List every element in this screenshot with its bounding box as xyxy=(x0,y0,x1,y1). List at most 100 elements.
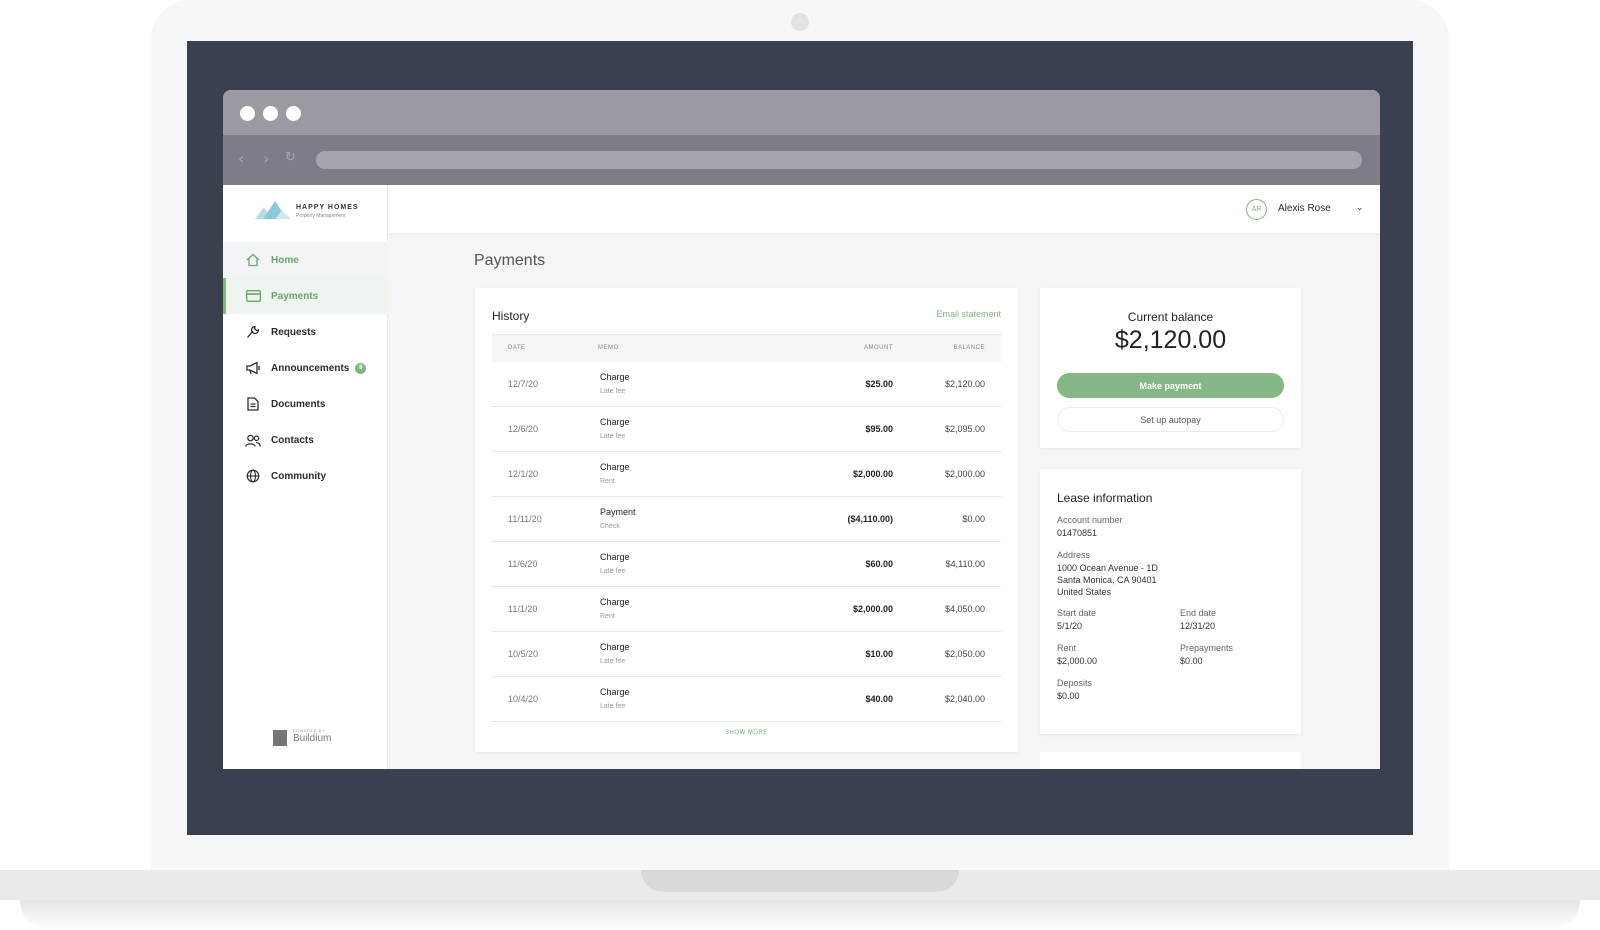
table-row[interactable]: 10/4/20 Charge Late fee $40.00 $2,040.00 xyxy=(492,677,1001,722)
row-balance: $2,000.00 xyxy=(944,469,985,479)
people-icon xyxy=(245,432,261,448)
show-more-link[interactable]: SHOW MORE xyxy=(475,730,1018,736)
current-balance-value: $2,120.00 xyxy=(1114,326,1227,354)
back-icon[interactable]: ‹ xyxy=(238,149,244,168)
camera xyxy=(791,13,809,31)
row-memo-detail: Late fee xyxy=(600,703,626,710)
sidebar-item-requests[interactable]: Requests xyxy=(223,314,388,350)
forward-icon[interactable]: › xyxy=(263,149,269,168)
column-amount[interactable]: AMOUNT xyxy=(864,345,893,351)
sidebar-item-label: Community xyxy=(271,470,326,482)
row-amount: $10.00 xyxy=(865,649,893,659)
table-row[interactable]: 12/7/20 Charge Late fee $25.00 $2,120.00 xyxy=(492,362,1001,407)
row-date: 12/7/20 xyxy=(508,379,539,389)
logo[interactable]: HAPPY HOMES Property Management xyxy=(255,199,365,225)
window-dot[interactable] xyxy=(240,106,255,121)
row-memo: Charge xyxy=(600,597,630,607)
lease-information-card: Lease information Account number 0147085… xyxy=(1040,469,1301,734)
chevron-down-icon[interactable]: ⌄ xyxy=(1356,203,1364,213)
address-bar[interactable] xyxy=(316,151,1362,169)
row-date: 10/4/20 xyxy=(508,694,539,704)
column-balance[interactable]: BALANCE xyxy=(953,345,985,351)
deposits-value: $0.00 xyxy=(1057,691,1080,701)
sidebar-item-label: Payments xyxy=(271,290,319,302)
sidebar-item-label: Announcements xyxy=(271,362,350,374)
row-amount: $2,000.00 xyxy=(852,469,893,479)
sidebar-item-announcements[interactable]: Announcements 8 xyxy=(223,350,388,386)
row-memo: Charge xyxy=(600,417,630,427)
table-header: DATE MEMO AMOUNT BALANCE xyxy=(492,334,1001,362)
window-dot[interactable] xyxy=(263,106,278,121)
notification-badge: 8 xyxy=(355,362,367,374)
row-amount: $95.00 xyxy=(865,424,893,434)
row-memo-detail: Rent xyxy=(600,613,615,620)
app: HAPPY HOMES Property Management Home Pay… xyxy=(223,185,1380,769)
row-balance: $4,110.00 xyxy=(945,559,985,569)
column-memo[interactable]: MEMO xyxy=(598,345,619,351)
browser-toolbar: ‹ › ↻ xyxy=(223,135,1380,185)
table-row[interactable]: 12/6/20 Charge Late fee $95.00 $2,095.00 xyxy=(492,407,1001,452)
prepayments-label: Prepayments xyxy=(1180,643,1234,653)
row-balance: $4,050.00 xyxy=(944,604,985,614)
row-date: 12/6/20 xyxy=(508,424,539,434)
table-row[interactable]: 11/1/20 Charge Rent $2,000.00 $4,050.00 xyxy=(492,587,1001,632)
sidebar-item-community[interactable]: Community xyxy=(223,458,388,494)
deposits-label: Deposits xyxy=(1057,678,1093,688)
sidebar: HAPPY HOMES Property Management Home Pay… xyxy=(223,185,388,769)
row-memo-detail: Late fee xyxy=(600,388,626,395)
home-icon xyxy=(245,252,261,268)
document-icon xyxy=(245,396,261,412)
row-date: 11/6/20 xyxy=(508,559,538,569)
sidebar-item-home[interactable]: Home xyxy=(223,242,388,278)
email-statement-link[interactable]: Email statement xyxy=(936,309,1001,319)
row-amount: $40.00 xyxy=(865,694,893,704)
powered-by-name: Buildium xyxy=(293,733,332,744)
megaphone-icon xyxy=(245,360,261,376)
row-memo-detail: Rent xyxy=(600,478,615,485)
make-payment-button[interactable]: Make payment xyxy=(1057,373,1284,398)
end-date-label: End date xyxy=(1180,608,1217,618)
rent-value: $2,000.00 xyxy=(1057,656,1098,666)
sidebar-item-label: Home xyxy=(271,254,299,266)
row-balance: $2,040.00 xyxy=(944,694,985,704)
row-memo: Charge xyxy=(600,462,630,472)
laptop-base-shadow xyxy=(20,900,1580,930)
window-dot[interactable] xyxy=(286,106,301,121)
brand-name: HAPPY HOMES xyxy=(296,204,359,211)
history-title: History xyxy=(492,309,530,323)
row-amount: ($4,110.00) xyxy=(847,514,893,524)
row-balance: $2,120.00 xyxy=(944,379,985,389)
buildium-logo-icon xyxy=(273,730,287,746)
history-rows: 12/7/20 Charge Late fee $25.00 $2,120.00… xyxy=(492,362,1001,722)
current-balance-label: Current balance xyxy=(1127,310,1214,324)
row-memo-detail: Late fee xyxy=(600,568,626,575)
table-row[interactable]: 11/6/20 Charge Late fee $60.00 $4,110.00 xyxy=(492,542,1001,587)
table-row[interactable]: 12/1/20 Charge Rent $2,000.00 $2,000.00 xyxy=(492,452,1001,497)
row-date: 11/1/20 xyxy=(508,604,538,614)
sidebar-item-documents[interactable]: Documents xyxy=(223,386,388,422)
column-date[interactable]: DATE xyxy=(508,345,526,351)
wrench-icon xyxy=(245,324,261,340)
laptop-notch xyxy=(641,870,959,892)
set-up-autopay-button[interactable]: Set up autopay xyxy=(1057,407,1284,432)
browser-titlebar xyxy=(223,90,1380,135)
row-memo: Charge xyxy=(600,687,630,697)
rent-label: Rent xyxy=(1057,643,1077,653)
sidebar-item-payments[interactable]: Payments xyxy=(223,278,388,314)
table-row[interactable]: 10/5/20 Charge Late fee $10.00 $2,050.00 xyxy=(492,632,1001,677)
start-date-value: 5/1/20 xyxy=(1057,621,1083,631)
user-name[interactable]: Alexis Rose xyxy=(1278,203,1331,214)
avatar[interactable]: AR xyxy=(1246,199,1267,220)
account-number-label: Account number xyxy=(1057,515,1123,525)
row-date: 11/11/20 xyxy=(508,514,542,524)
row-memo: Charge xyxy=(600,552,630,562)
address-line-3: United States xyxy=(1057,587,1112,597)
table-row[interactable]: 11/11/20 Payment Check ($4,110.00) $0.00 xyxy=(492,497,1001,542)
row-balance: $0.00 xyxy=(962,514,985,524)
reload-icon[interactable]: ↻ xyxy=(285,150,296,165)
next-card-peek xyxy=(1040,752,1301,769)
row-amount: $60.00 xyxy=(865,559,893,569)
globe-icon xyxy=(245,468,261,484)
row-amount: $25.00 xyxy=(865,379,893,389)
sidebar-item-contacts[interactable]: Contacts xyxy=(223,422,388,458)
